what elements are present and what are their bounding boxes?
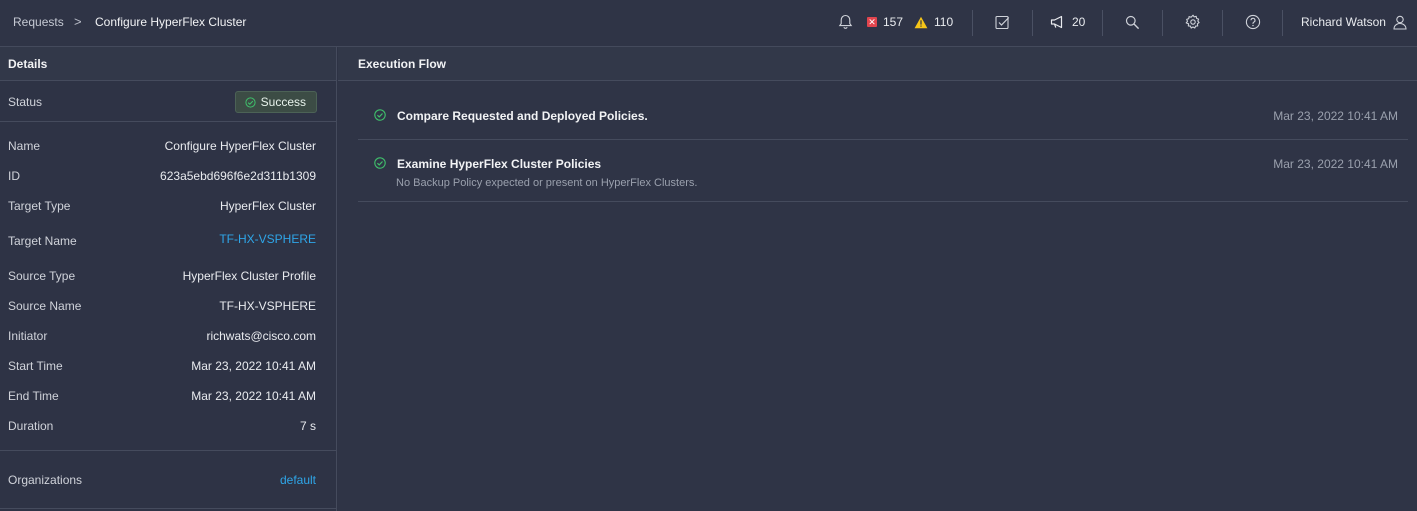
initiator-value: richwats@cisco.com xyxy=(206,329,316,343)
flow-step-title: Compare Requested and Deployed Policies. xyxy=(397,109,648,123)
user-name: Richard Watson xyxy=(1301,15,1386,29)
status-label: Status xyxy=(8,95,43,109)
gear-icon[interactable] xyxy=(1185,14,1201,30)
details-panel: Details Status Success Name Configure Hy… xyxy=(0,47,337,511)
flow-step-message: No Backup Policy expected or present on … xyxy=(396,177,698,189)
divider xyxy=(1162,10,1163,36)
execution-flow-panel: Execution Flow Compare Requested and Dep… xyxy=(338,47,1417,511)
divider xyxy=(0,508,337,509)
flow-step-time: Mar 23, 2022 10:41 AM xyxy=(1273,157,1398,171)
divider xyxy=(972,10,973,36)
name-value: Configure HyperFlex Cluster xyxy=(164,139,316,153)
target-type-value: HyperFlex Cluster xyxy=(219,199,316,213)
start-time-value: Mar 23, 2022 10:41 AM xyxy=(191,359,316,373)
organizations-link[interactable]: default xyxy=(280,473,316,487)
target-name-label: Target Name xyxy=(8,234,77,248)
critical-count: 157 xyxy=(883,15,904,29)
end-time-value: Mar 23, 2022 10:41 AM xyxy=(191,389,316,403)
source-name-value: TF-HX-VSPHERE xyxy=(219,299,316,313)
status-row: Status Success xyxy=(0,82,337,122)
megaphone-icon xyxy=(1050,15,1066,29)
source-type-label: Source Type xyxy=(8,269,76,283)
end-time-label: End Time xyxy=(8,389,59,403)
status-value: Success xyxy=(260,95,306,109)
divider xyxy=(1102,10,1103,36)
bell-icon[interactable] xyxy=(838,14,853,30)
user-icon xyxy=(1393,15,1407,30)
divider xyxy=(1222,10,1223,36)
flow-step-title: Examine HyperFlex Cluster Policies xyxy=(397,157,602,171)
start-time-label: Start Time xyxy=(8,359,63,373)
status-badge: Success xyxy=(234,91,317,113)
divider xyxy=(1032,10,1033,36)
breadcrumb-separator: > xyxy=(74,14,82,29)
warning-icon xyxy=(914,16,928,29)
source-type-value: HyperFlex Cluster Profile xyxy=(182,269,316,283)
organizations-label: Organizations xyxy=(8,473,83,487)
announcement-count: 20 xyxy=(1072,15,1086,29)
critical-alarms[interactable]: ✕ 157 xyxy=(867,14,903,30)
flow-step: Examine HyperFlex Cluster Policies No Ba… xyxy=(358,140,1408,202)
warning-alarms[interactable]: 110 xyxy=(914,14,953,30)
breadcrumb-requests[interactable]: Requests xyxy=(13,15,64,29)
id-value: 623a5ebd696f6e2d311b1309 xyxy=(160,169,316,183)
search-icon[interactable] xyxy=(1125,14,1140,30)
success-check-icon xyxy=(374,156,386,174)
flow-step: Compare Requested and Deployed Policies.… xyxy=(358,94,1408,140)
id-label: ID xyxy=(8,169,20,183)
target-type-label: Target Type xyxy=(8,199,71,213)
duration-label: Duration xyxy=(8,419,54,433)
duration-value: 7 s xyxy=(299,419,316,433)
flow-step-time: Mar 23, 2022 10:41 AM xyxy=(1273,109,1398,123)
details-header: Details xyxy=(0,47,336,81)
top-bar: Requests > Configure HyperFlex Cluster ✕… xyxy=(0,0,1417,47)
tasks-icon[interactable] xyxy=(995,14,1010,30)
critical-alarm-icon: ✕ xyxy=(867,17,877,27)
announcements[interactable]: 20 xyxy=(1050,14,1085,30)
source-name-label: Source Name xyxy=(8,299,82,313)
target-name-link[interactable]: TF-HX-VSPHERE xyxy=(219,232,316,246)
success-check-icon xyxy=(374,108,386,126)
success-check-icon xyxy=(245,96,256,108)
divider xyxy=(1282,10,1283,36)
page-title: Configure HyperFlex Cluster xyxy=(95,15,247,29)
execution-flow-header: Execution Flow xyxy=(338,47,1417,81)
user-menu[interactable]: Richard Watson xyxy=(1301,14,1407,30)
help-icon[interactable] xyxy=(1245,14,1261,30)
initiator-label: Initiator xyxy=(8,329,48,343)
name-label: Name xyxy=(8,139,41,153)
warning-count: 110 xyxy=(934,15,954,29)
divider xyxy=(0,450,337,451)
